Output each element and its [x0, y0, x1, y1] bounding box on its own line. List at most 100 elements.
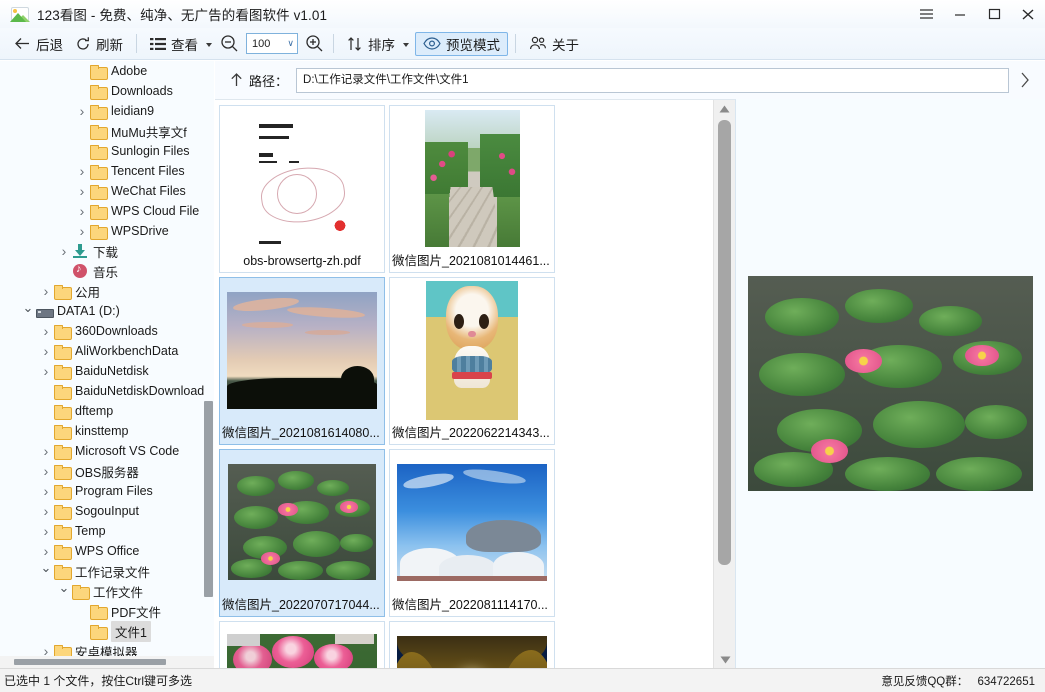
tree-item[interactable]: 公用 [0, 281, 215, 301]
tree-item[interactable]: MuMu共享文f [0, 121, 215, 141]
tree-item[interactable]: BaiduNetdisk [0, 361, 215, 381]
tree-item[interactable]: WPSDrive [0, 221, 215, 241]
tree-item[interactable]: OBS服务器 [0, 461, 215, 481]
tree-item-label: WPS Office [75, 544, 139, 558]
tree-item[interactable]: 工作记录文件 [0, 561, 215, 581]
chevron-down-icon[interactable]: ∨ [287, 39, 294, 48]
tree-item[interactable]: AliWorkbenchData [0, 341, 215, 361]
tree-item[interactable]: Temp [0, 521, 215, 541]
file-tile[interactable]: 微信图片_2022102411412... [389, 621, 555, 668]
tree-item[interactable]: Tencent Files [0, 161, 215, 181]
chevron-right-icon[interactable] [74, 183, 90, 199]
chevron-right-icon[interactable] [38, 463, 54, 479]
tree-item[interactable]: 安卓模拟器 [0, 641, 215, 656]
chevron-right-icon[interactable] [1009, 71, 1039, 89]
main-body: AdobeDownloadsleidian9MuMu共享文f Sunlogin F… [0, 61, 1045, 668]
path-input[interactable]: D:\工作记录文件\工作文件\文件1 [296, 68, 1009, 93]
tree-item[interactable]: WPS Cloud File [0, 201, 215, 221]
tree-item[interactable]: Microsoft VS Code [0, 441, 215, 461]
file-tile[interactable]: 微信图片_2022102411412... [219, 621, 385, 668]
chevron-right-icon[interactable] [38, 283, 54, 299]
tree-item[interactable]: WeChat Files [0, 181, 215, 201]
tree-item-label: Program Files [75, 484, 153, 498]
tree-hscroll-thumb[interactable] [14, 659, 166, 665]
file-tile[interactable]: 微信图片_2022070717044... [219, 449, 385, 617]
chevron-right-icon[interactable] [74, 203, 90, 219]
scroll-up-icon[interactable] [714, 100, 735, 117]
tree-item[interactable]: dftemp [0, 401, 215, 421]
path-bar: 路径： D:\工作记录文件\工作文件\文件1 [215, 61, 1045, 99]
tree-item[interactable]: 360Downloads [0, 321, 215, 341]
zoom-in-button[interactable] [303, 31, 326, 57]
chevron-down-icon[interactable] [206, 43, 212, 47]
tree-item[interactable]: BaiduNetdiskDownload [0, 381, 215, 401]
tree-item-label: Microsoft VS Code [75, 444, 179, 458]
minimize-icon[interactable] [943, 0, 977, 28]
tree-item[interactable]: Sunlogin Files [0, 141, 215, 161]
chevron-right-icon[interactable] [38, 643, 54, 656]
tree-item[interactable]: WPS Office [0, 541, 215, 561]
tree-item[interactable]: 音乐 [0, 261, 215, 281]
zoom-out-button[interactable] [218, 31, 241, 57]
file-tile[interactable]: 微信图片_2021081014461... [389, 105, 555, 273]
folder-tree-pane[interactable]: AdobeDownloadsleidian9MuMu共享文f Sunlogin F… [0, 61, 215, 668]
about-button[interactable]: 关于 [523, 31, 585, 57]
back-button[interactable]: 后退 [8, 31, 69, 57]
chevron-right-icon[interactable] [56, 243, 72, 259]
file-tile[interactable]: 微信图片_2022062214343... [389, 277, 555, 445]
file-name-label: 微信图片_2022070717044... [220, 594, 384, 616]
tree-item[interactable]: Downloads [0, 81, 215, 101]
file-list-area[interactable]: obs-browsertg-zh.pdf微信图片_2021081014461..… [215, 99, 735, 668]
tree-item[interactable]: 工作文件 [0, 581, 215, 601]
preview-mode-label: 预览模式 [446, 34, 500, 54]
zoom-level-combobox[interactable]: 100 ∨ [246, 33, 298, 54]
chevron-right-icon[interactable] [38, 363, 54, 379]
tree-item[interactable]: SogouInput [0, 501, 215, 521]
refresh-button[interactable]: 刷新 [69, 31, 129, 57]
tree-item[interactable]: DATA1 (D:) [0, 301, 215, 321]
eye-icon [423, 37, 441, 50]
view-button[interactable]: 查看 [144, 31, 218, 57]
chevron-right-icon[interactable] [74, 103, 90, 119]
menu-icon[interactable] [909, 0, 943, 28]
file-name-label: 微信图片_2021081014461... [390, 250, 554, 272]
chevron-right-icon[interactable] [38, 323, 54, 339]
tree-item[interactable]: Adobe [0, 61, 215, 81]
refresh-icon [75, 36, 91, 52]
chevron-right-icon[interactable] [38, 343, 54, 359]
file-tile[interactable]: 微信图片_2022081114170... [389, 449, 555, 617]
image-preview-pane[interactable] [735, 99, 1045, 668]
scroll-down-icon[interactable] [714, 651, 735, 668]
tree-item[interactable]: 文件1 [0, 621, 215, 641]
list-view-icon [150, 37, 166, 51]
chevron-right-icon[interactable] [38, 523, 54, 539]
chevron-down-icon[interactable] [56, 583, 72, 599]
tree-item[interactable]: kinsttemp [0, 421, 215, 441]
file-tile[interactable]: 微信图片_2021081614080... [219, 277, 385, 445]
tree-item-label: Sunlogin Files [111, 144, 190, 158]
chevron-right-icon[interactable] [38, 503, 54, 519]
chevron-right-icon[interactable] [74, 163, 90, 179]
chevron-down-icon[interactable] [38, 563, 54, 579]
sort-button[interactable]: 排序 [341, 31, 415, 57]
chevron-right-icon[interactable] [38, 443, 54, 459]
chevron-right-icon[interactable] [74, 223, 90, 239]
tree-horizontal-scrollbar[interactable] [0, 656, 214, 668]
arrow-up-icon[interactable] [225, 72, 247, 88]
tree-item[interactable]: 下载 [0, 241, 215, 261]
tree-item[interactable]: leidian9 [0, 101, 215, 121]
chevron-down-icon[interactable] [403, 43, 409, 47]
maximize-icon[interactable] [977, 0, 1011, 28]
tree-vertical-scrollbar[interactable] [204, 401, 213, 597]
tree-item[interactable]: PDF文件 [0, 601, 215, 621]
chevron-right-icon[interactable] [38, 483, 54, 499]
back-label: 后退 [36, 34, 63, 54]
file-vscroll-thumb[interactable] [718, 120, 731, 565]
preview-mode-toggle[interactable]: 预览模式 [415, 32, 508, 56]
tree-item[interactable]: Program Files [0, 481, 215, 501]
chevron-right-icon[interactable] [38, 543, 54, 559]
file-vertical-scrollbar[interactable] [713, 100, 735, 668]
chevron-down-icon[interactable] [20, 303, 36, 319]
file-tile[interactable]: obs-browsertg-zh.pdf [219, 105, 385, 273]
close-icon[interactable] [1011, 0, 1045, 28]
